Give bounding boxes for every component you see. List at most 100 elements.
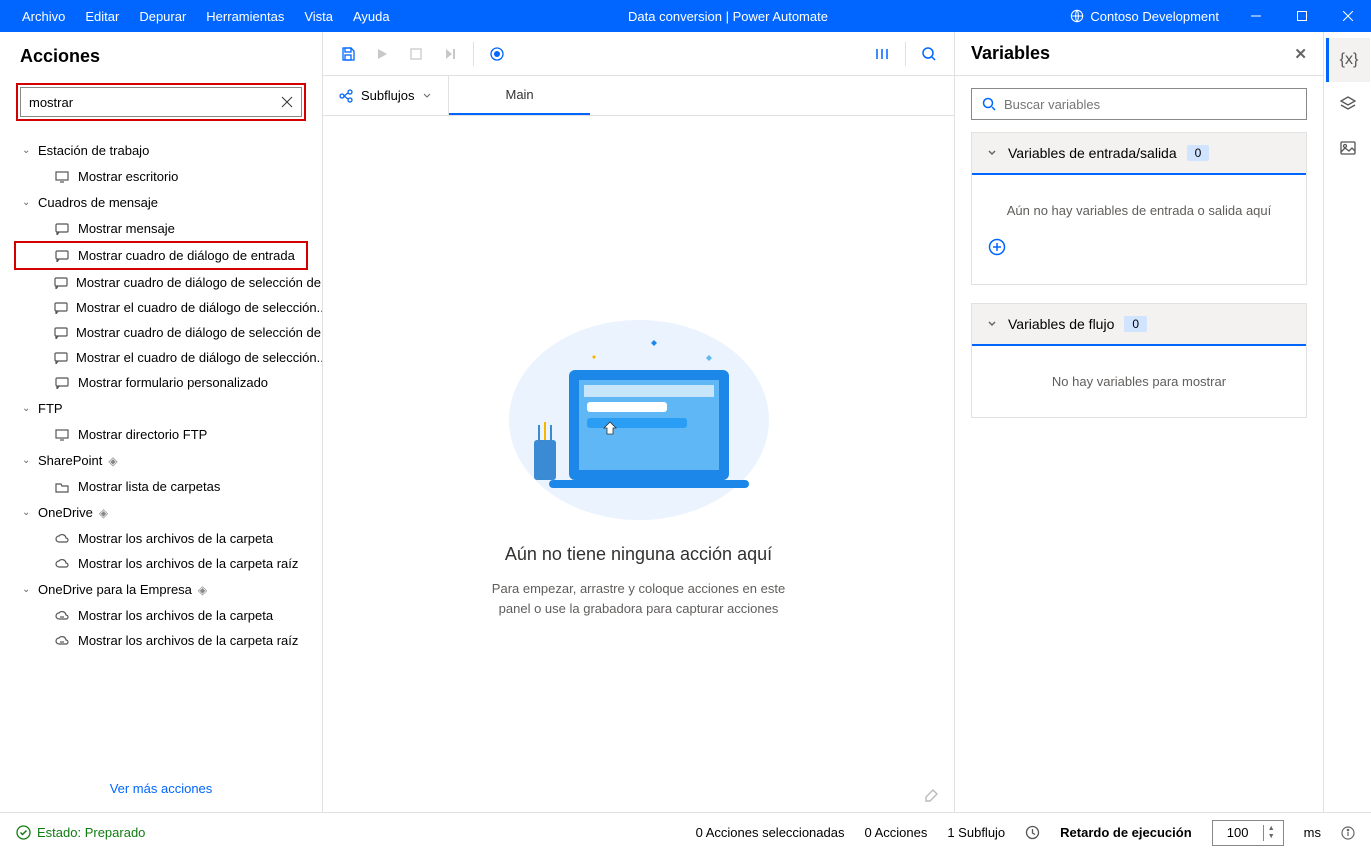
rail-layers[interactable] (1326, 82, 1370, 126)
action-item[interactable]: Mostrar los archivos de la carpeta raíz (0, 628, 322, 653)
chevron-down-icon (986, 318, 998, 330)
action-item[interactable]: Mostrar cuadro de diálogo de selección d… (0, 320, 322, 345)
data-button[interactable] (865, 37, 899, 71)
tab-main[interactable]: Main (449, 76, 589, 115)
action-item[interactable]: Mostrar cuadro de diálogo de entrada (14, 241, 308, 270)
clock-icon (1025, 825, 1040, 840)
msg-icon (54, 250, 70, 262)
close-button[interactable] (1325, 0, 1371, 32)
desktop-icon (54, 171, 70, 183)
empty-subtitle: Para empezar, arrastre y coloque accione… (479, 579, 799, 618)
section-body: Aún no hay variables de entrada o salida… (972, 175, 1306, 284)
empty-title: Aún no tiene ninguna acción aquí (505, 544, 772, 565)
action-label: Mostrar cuadro de diálogo de selección d… (76, 325, 322, 340)
status-state: Estado: Preparado (16, 825, 145, 840)
image-icon (1339, 139, 1357, 157)
action-item[interactable]: Mostrar mensaje (0, 216, 322, 241)
group-label: OneDrive para la Empresa (38, 582, 192, 597)
actions-tree: ⌄Estación de trabajo Mostrar escritorio ⌄C… (0, 133, 322, 766)
msg-icon (54, 223, 70, 235)
action-group[interactable]: ⌄ OneDrive para la Empresa ◈ (0, 576, 322, 603)
action-item[interactable]: Mostrar los archivos de la carpeta (0, 526, 322, 551)
action-group[interactable]: ⌄Estación de trabajo (0, 137, 322, 164)
msg-icon (54, 377, 70, 389)
delay-spinner[interactable]: ▲▼ (1212, 820, 1284, 846)
spinner-arrows[interactable]: ▲▼ (1263, 825, 1279, 841)
msg-icon (54, 277, 68, 289)
clear-icon[interactable] (281, 96, 293, 108)
subflows-icon (339, 89, 353, 103)
rail-variables[interactable]: {x} (1326, 38, 1370, 82)
section-label: Variables de entrada/salida (1008, 145, 1177, 161)
minimize-button[interactable] (1233, 0, 1279, 32)
action-group[interactable]: ⌄Cuadros de mensaje (0, 189, 322, 216)
menu-herramientas[interactable]: Herramientas (196, 1, 294, 32)
action-label: Mostrar escritorio (78, 169, 178, 184)
action-item[interactable]: Mostrar los archivos de la carpeta (0, 603, 322, 628)
premium-icon: ◈ (198, 583, 207, 597)
action-group[interactable]: ⌄FTP (0, 395, 322, 422)
actions-search-input[interactable] (29, 95, 281, 110)
designer-area: Subflujos Main (323, 32, 955, 812)
menu-ayuda[interactable]: Ayuda (343, 1, 400, 32)
stop-button[interactable] (399, 37, 433, 71)
add-variable-button[interactable] (988, 238, 1290, 256)
actions-search-highlight (16, 83, 306, 121)
cloud-icon (54, 533, 70, 545)
actions-title: Acciones (0, 32, 322, 77)
environment-label: Contoso Development (1090, 9, 1219, 24)
action-item[interactable]: Mostrar formulario personalizado (0, 370, 322, 395)
action-label: Mostrar los archivos de la carpeta (78, 608, 273, 623)
msg-icon (54, 302, 68, 314)
action-item[interactable]: Mostrar escritorio (0, 164, 322, 189)
action-label: Mostrar el cuadro de diálogo de selecció… (76, 300, 322, 315)
action-label: Mostrar directorio FTP (78, 427, 207, 442)
variables-header: Variables ✕ (955, 32, 1323, 76)
variable-section-header[interactable]: Variables de entrada/salida0 (972, 133, 1306, 175)
premium-icon: ◈ (99, 506, 108, 520)
action-item[interactable]: Mostrar el cuadro de diálogo de selecció… (0, 295, 322, 320)
menu-vista[interactable]: Vista (294, 1, 343, 32)
action-group[interactable]: ⌄SharePoint◈ (0, 447, 322, 474)
section-body: No hay variables para mostrar (972, 346, 1306, 417)
subflows-label: Subflujos (361, 88, 414, 103)
save-button[interactable] (331, 37, 365, 71)
action-label: Mostrar los archivos de la carpeta (78, 531, 273, 546)
run-button[interactable] (365, 37, 399, 71)
step-button[interactable] (433, 37, 467, 71)
group-label: SharePoint (38, 453, 102, 468)
chevron-down-icon: ⌄ (22, 584, 32, 595)
delay-input[interactable] (1213, 825, 1263, 840)
close-variables-icon[interactable]: ✕ (1294, 45, 1307, 63)
actions-search[interactable] (20, 87, 302, 117)
group-label: OneDrive (38, 505, 93, 520)
action-item[interactable]: Mostrar el cuadro de diálogo de selecció… (0, 345, 322, 370)
menu-depurar[interactable]: Depurar (129, 1, 196, 32)
titlebar: ArchivoEditarDepurarHerramientasVistaAyu… (0, 0, 1371, 32)
variables-icon: {x} (1340, 51, 1359, 69)
variables-search-input[interactable] (1004, 97, 1296, 112)
maximize-button[interactable] (1279, 0, 1325, 32)
subflows-dropdown[interactable]: Subflujos (323, 76, 449, 115)
status-selected: 0 Acciones seleccionadas (696, 825, 845, 840)
menu-editar[interactable]: Editar (75, 1, 129, 32)
cloud-icon (54, 558, 70, 570)
action-item[interactable]: Mostrar los archivos de la carpeta raíz (0, 551, 322, 576)
see-more-link[interactable]: Ver más acciones (110, 781, 213, 796)
menu-archivo[interactable]: Archivo (12, 1, 75, 32)
environment-button[interactable]: Contoso Development (1056, 9, 1233, 24)
variable-section-header[interactable]: Variables de flujo0 (972, 304, 1306, 346)
info-icon[interactable] (1341, 826, 1355, 840)
empty-state-illustration (499, 310, 779, 520)
action-item[interactable]: Mostrar lista de carpetas (0, 474, 322, 499)
variables-search[interactable] (971, 88, 1307, 120)
record-button[interactable] (480, 37, 514, 71)
action-item[interactable]: Mostrar cuadro de diálogo de selección d… (0, 270, 322, 295)
rail-images[interactable] (1326, 126, 1370, 170)
action-item[interactable]: Mostrar directorio FTP (0, 422, 322, 447)
action-group[interactable]: ⌄OneDrive◈ (0, 499, 322, 526)
search-button[interactable] (912, 37, 946, 71)
eraser-icon[interactable] (922, 784, 940, 802)
chevron-down-icon: ⌄ (22, 403, 32, 414)
flow-canvas[interactable]: Aún no tiene ninguna acción aquí Para em… (323, 116, 954, 812)
